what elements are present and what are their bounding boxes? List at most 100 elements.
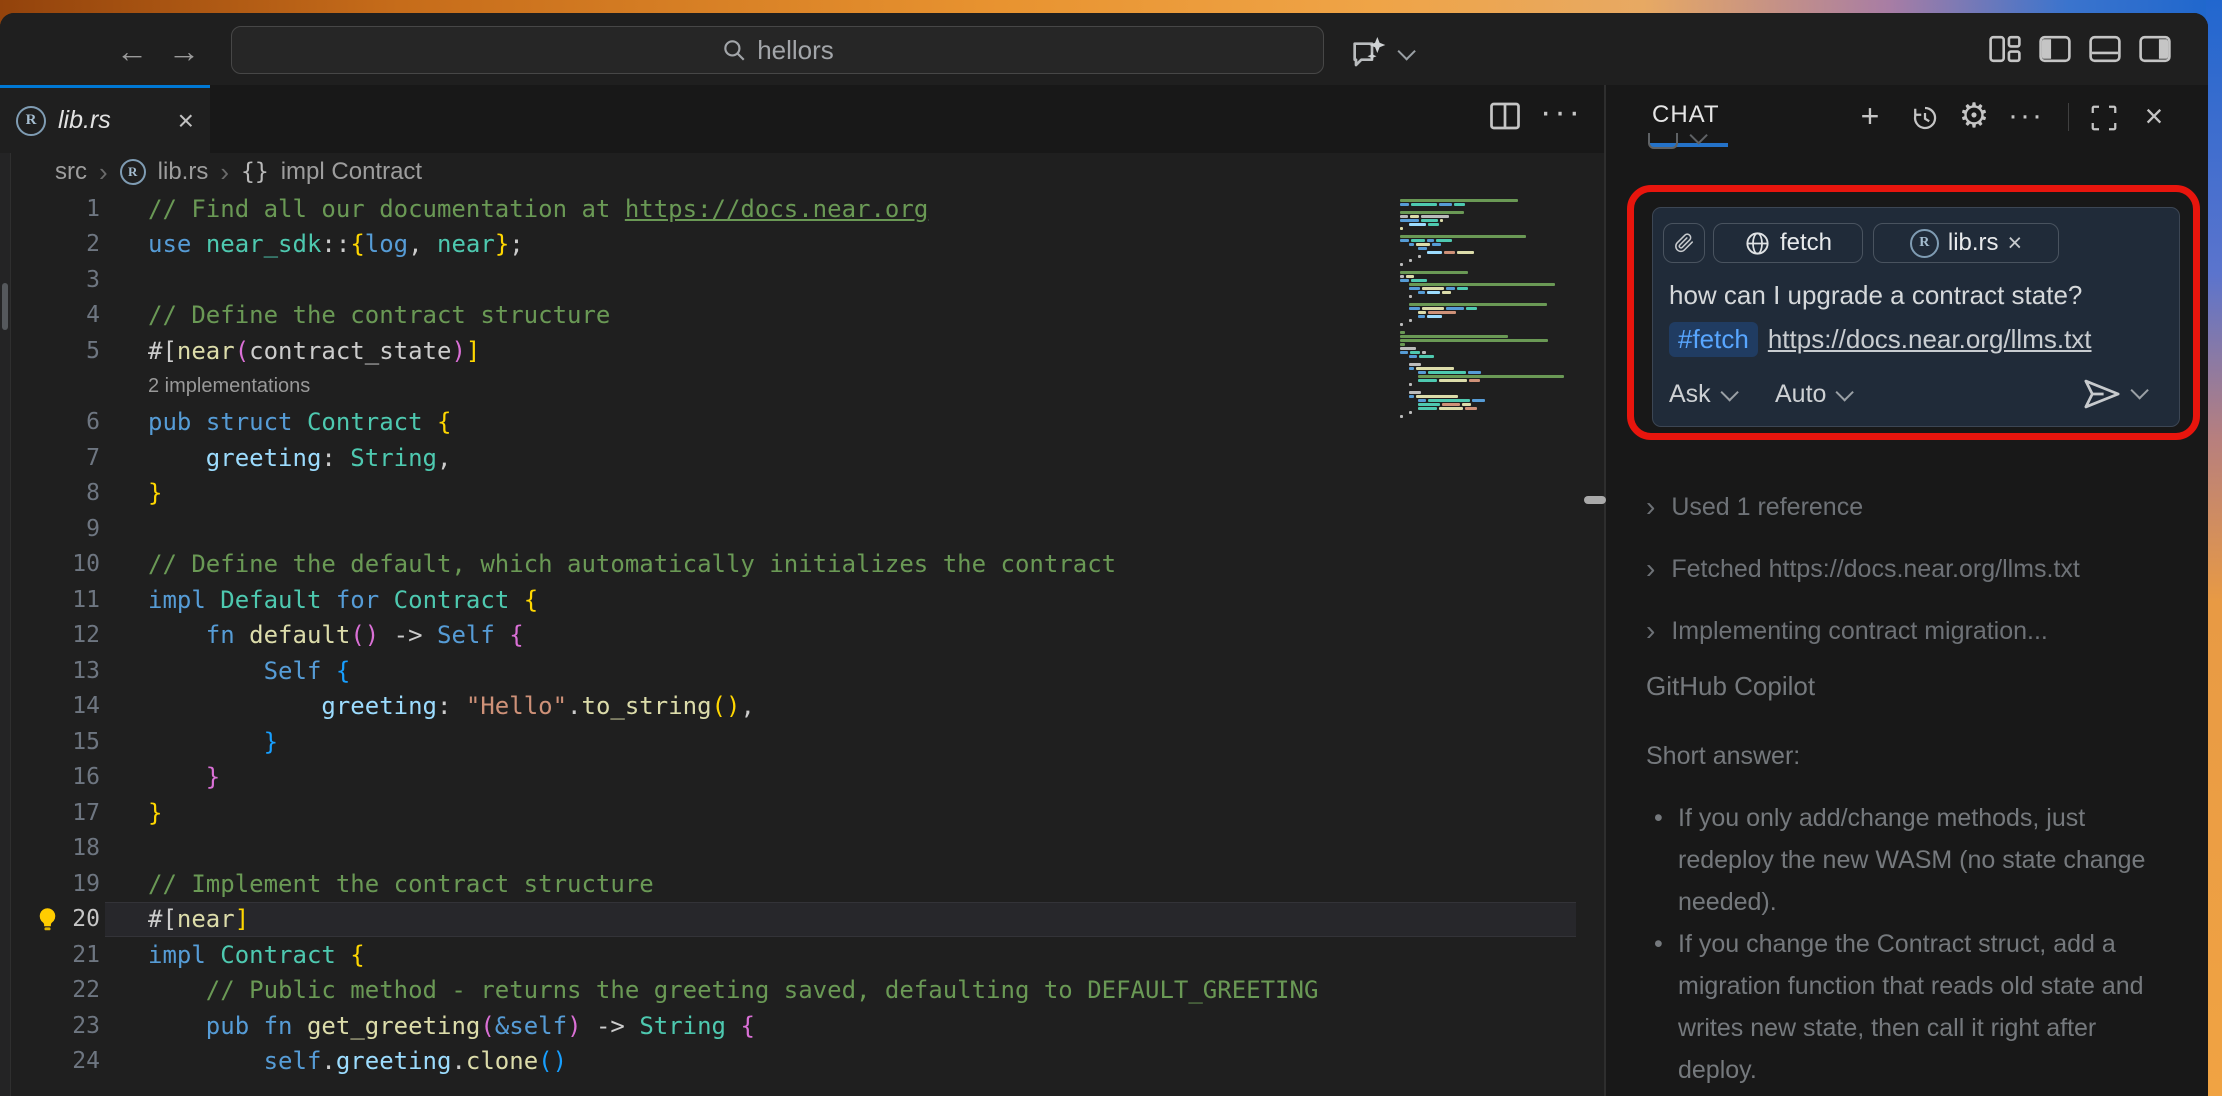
attach-context-button[interactable] [1663,223,1705,263]
line-number: 18 [0,835,100,861]
chat-input-box[interactable]: fetch R lib.rs × how can I upgrade a con… [1652,207,2180,427]
code-line[interactable]: 13 Self { [0,653,1576,689]
code-line[interactable]: 23 pub fn get_greeting(&self) -> String … [0,1008,1576,1044]
response-bullet: If you change the Contract struct, add a… [1648,923,2168,1091]
rust-file-icon: R [16,106,46,136]
code-line[interactable]: 15 } [0,724,1576,760]
breadcrumb-symbol[interactable]: impl Contract [281,158,422,186]
line-number: 9 [0,516,100,542]
customize-layout-icon[interactable] [1988,33,2024,65]
code-line[interactable]: 7 greeting: String, [0,440,1576,476]
breadcrumb-folder[interactable]: src [55,158,87,186]
code-line[interactable]: 6pub struct Contract { [0,405,1576,441]
back-button[interactable]: ← [110,29,154,73]
line-number: 14 [0,693,100,719]
lightbulb-icon[interactable] [34,906,61,933]
chat-step-collapsed[interactable]: › Fetched https://docs.near.org/llms.txt [1646,553,2080,585]
code-line[interactable]: 18 [0,831,1576,867]
send-options-chevron-icon[interactable] [2131,386,2144,404]
line-number: 12 [0,622,100,648]
chat-history-icon[interactable] [1908,103,1944,141]
breadcrumb-separator: › [99,157,108,188]
toggle-secondary-sidebar-icon[interactable] [2138,33,2174,65]
code-line[interactable]: 16 } [0,760,1576,796]
code-line[interactable]: 1// Find all our documentation at https:… [0,191,1576,227]
code-line[interactable]: 21impl Contract { [0,937,1576,973]
chevron-right-icon: › [1646,615,1655,647]
response-bullet-list: If you only add/change methods, just red… [1648,797,2168,1091]
code-line[interactable]: 8} [0,476,1576,512]
forward-button[interactable]: → [162,29,206,73]
line-number: 22 [0,977,100,1003]
mode-label: Ask [1669,380,1711,409]
fetch-context-chip[interactable]: fetch [1713,223,1863,263]
chat-step-collapsed[interactable]: ›Implementing contract migration... [1646,615,2048,647]
chevron-down-icon [1836,383,1854,401]
copilot-chat-sparkle-icon [1348,34,1388,72]
screen: ← → hellors [0,0,2222,1096]
toggle-primary-sidebar-icon[interactable] [2038,33,2074,65]
chip-close-icon[interactable]: × [2008,229,2023,257]
chat-more-actions-icon[interactable]: ··· [2008,97,2044,135]
code-line[interactable]: 9 [0,511,1576,547]
response-author: GitHub Copilot [1646,671,1815,702]
model-picker[interactable]: Auto [1775,380,1849,409]
code-line[interactable]: 24 self.greeting.clone() [0,1044,1576,1080]
line-number: 8 [0,480,100,506]
toggle-panel-icon[interactable] [2088,33,2124,65]
chat-step-collapsed[interactable]: ›Used 1 reference [1646,491,1863,523]
line-number: 13 [0,658,100,684]
tab-librs[interactable]: R lib.rs × [0,85,210,153]
breadcrumb: src › R lib.rs › {} impl Contract [0,153,1659,191]
close-panel-icon[interactable]: × [2136,97,2172,135]
editor-more-actions-icon[interactable]: ··· [1540,93,1583,132]
code-line[interactable]: 22 // Public method - returns the greeti… [0,973,1576,1009]
line-number: 23 [0,1013,100,1039]
code-line[interactable]: 20#[near] [0,902,1576,938]
chevron-right-icon: › [1646,553,1655,585]
file-context-chip[interactable]: R lib.rs × [1873,223,2059,263]
maximize-panel-icon[interactable] [2088,103,2124,141]
line-number: 7 [0,445,100,471]
code-line[interactable]: 14 greeting: "Hello".to_string(), [0,689,1576,725]
chevron-right-icon: › [1646,491,1655,523]
code-line[interactable]: 11impl Default for Contract { [0,582,1576,618]
line-number: 11 [0,587,100,613]
line-number: 5 [0,338,100,364]
chat-input-text-line2[interactable]: #fetch https://docs.near.org/llms.txt [1669,322,2092,357]
send-button[interactable] [2081,376,2123,412]
chevron-down-icon [1720,383,1738,401]
codelens[interactable]: 2 implementations [0,369,1576,405]
breadcrumb-separator: › [220,157,229,188]
code-line[interactable]: 19// Implement the contract structure [0,866,1576,902]
code-line[interactable]: 5#[near(contract_state)] [0,333,1576,369]
code-line[interactable]: 17} [0,795,1576,831]
code-editor[interactable]: 1// Find all our documentation at https:… [0,191,1576,1096]
fetch-tag: #fetch [1669,322,1758,357]
paperclip-icon [1673,231,1695,255]
search-icon [721,37,747,63]
code-line[interactable]: 4// Define the contract structure [0,298,1576,334]
sash-drag-handle[interactable] [1584,496,1606,504]
chat-settings-gear-icon[interactable]: ⚙ [1956,97,1992,135]
code-line[interactable]: 2use near_sdk::{log, near}; [0,227,1576,263]
mode-picker[interactable]: Ask [1669,380,1734,409]
tab-chat[interactable]: CHAT [1652,101,1720,129]
split-editor-icon[interactable] [1487,98,1523,134]
tab-close-icon[interactable]: × [178,107,194,135]
copilot-menu-button[interactable] [1348,33,1414,73]
step-label: Fetched https://docs.near.org/llms.txt [1671,555,2080,584]
chat-input-text[interactable]: how can I upgrade a contract state? [1669,280,2082,311]
fetch-url-link[interactable]: https://docs.near.org/llms.txt [1768,324,2092,355]
minimap[interactable] [1400,199,1576,439]
breadcrumb-file[interactable]: lib.rs [158,158,209,186]
line-number: 4 [0,302,100,328]
code-line[interactable]: 12 fn default() -> Self { [0,618,1576,654]
new-chat-icon[interactable]: + [1852,97,1888,135]
command-center-search[interactable]: hellors [231,26,1324,74]
search-query-text: hellors [757,35,834,66]
code-line[interactable]: 10// Define the default, which automatic… [0,547,1576,583]
code-line[interactable]: 3 [0,262,1576,298]
title-bar: ← → hellors [0,13,2208,85]
line-number: 1 [0,196,100,222]
